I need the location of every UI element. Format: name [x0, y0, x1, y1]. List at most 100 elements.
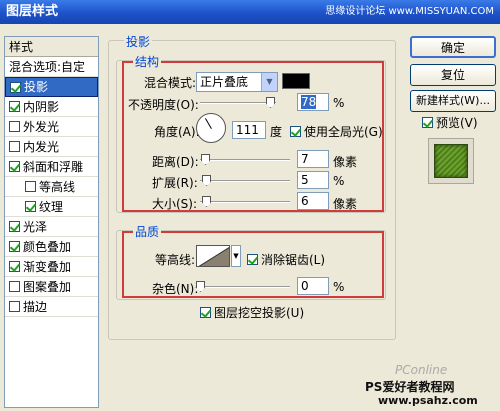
style-item-inner-shadow[interactable]: 内阴影 — [5, 97, 98, 117]
noise-value: 0 — [301, 279, 309, 293]
style-checkbox-gradient-overlay[interactable] — [9, 261, 20, 272]
noise-input[interactable]: 0 — [297, 277, 329, 295]
contour-picker[interactable] — [196, 245, 230, 267]
style-item-satin[interactable]: 光泽 — [5, 217, 98, 237]
style-item-label: 内阴影 — [23, 99, 60, 114]
new-style-button[interactable]: 新建样式(W)... — [410, 90, 496, 112]
style-item-blending-options[interactable]: 混合选项:自定 — [5, 57, 98, 77]
style-checkbox-pattern-overlay[interactable] — [9, 281, 20, 292]
style-item-bevel-emboss[interactable]: 斜面和浮雕 — [5, 157, 98, 177]
distance-value: 7 — [301, 152, 309, 166]
distance-unit: 像素 — [333, 155, 358, 169]
spread-label: 扩展(R): — [152, 176, 198, 190]
angle-value: 111 — [236, 123, 259, 137]
style-checkbox-stroke[interactable] — [9, 301, 20, 312]
antialias-checkbox[interactable] — [247, 254, 258, 265]
antialias-option[interactable]: 消除锯齿(L) — [247, 251, 325, 268]
blend-mode-value: 正片叠底 — [200, 75, 249, 89]
style-checkbox-bevel-emboss[interactable] — [9, 161, 20, 172]
style-item-drop-shadow[interactable]: 投影 — [5, 77, 98, 97]
style-checkbox-satin[interactable] — [9, 221, 20, 232]
blend-mode-label: 混合模式: — [144, 76, 197, 90]
size-unit: 像素 — [333, 197, 358, 211]
reset-button[interactable]: 复位 — [410, 64, 496, 86]
opacity-slider[interactable] — [200, 97, 276, 108]
style-item-label: 等高线 — [39, 179, 76, 194]
styles-list: 样式 混合选项:自定 投影 内阴影 外发光 内发光 斜面和浮雕 等高线 纹理 光… — [4, 36, 99, 408]
preview-option[interactable]: 预览(V) — [422, 114, 478, 131]
footer-brand: PS爱好者教程网 — [365, 380, 455, 394]
style-checkbox-color-overlay[interactable] — [9, 241, 20, 252]
distance-label: 距离(D): — [152, 155, 199, 169]
contour-curve-icon — [198, 247, 229, 266]
style-checkbox-outer-glow[interactable] — [9, 121, 20, 132]
size-value: 6 — [301, 194, 309, 208]
noise-unit: % — [333, 280, 345, 294]
style-checkbox-contour[interactable] — [25, 181, 36, 192]
window-title: 图层样式 — [6, 4, 59, 19]
style-item-stroke[interactable]: 描边 — [5, 297, 98, 317]
spread-input[interactable]: 5 — [297, 171, 329, 189]
global-light-label: 使用全局光(G) — [304, 125, 383, 139]
footer-url: www.psahz.com — [378, 394, 478, 407]
noise-label: 杂色(N): — [152, 282, 199, 296]
style-item-label: 投影 — [24, 80, 49, 94]
chevron-down-icon[interactable]: ▼ — [231, 245, 241, 267]
style-item-inner-glow[interactable]: 内发光 — [5, 137, 98, 157]
angle-input[interactable]: 111 — [232, 121, 266, 139]
angle-dial[interactable] — [196, 113, 226, 143]
spread-unit: % — [333, 174, 345, 188]
angle-label: 角度(A): — [154, 125, 200, 139]
style-item-label: 斜面和浮雕 — [23, 159, 84, 174]
opacity-label: 不透明度(O): — [128, 98, 199, 112]
style-item-label: 渐变叠加 — [23, 259, 72, 274]
style-item-label: 混合选项:自定 — [9, 59, 86, 74]
style-item-outer-glow[interactable]: 外发光 — [5, 117, 98, 137]
opacity-unit: % — [333, 96, 345, 110]
angle-needle — [205, 118, 212, 129]
style-item-texture[interactable]: 纹理 — [5, 197, 98, 217]
global-light-option[interactable]: 使用全局光(G) — [290, 123, 383, 140]
style-item-color-overlay[interactable]: 颜色叠加 — [5, 237, 98, 257]
style-item-pattern-overlay[interactable]: 图案叠加 — [5, 277, 98, 297]
spread-slider[interactable] — [200, 175, 290, 186]
style-checkbox-inner-glow[interactable] — [9, 141, 20, 152]
preview-checkbox[interactable] — [422, 117, 433, 128]
knockout-option[interactable]: 图层挖空投影(U) — [200, 304, 304, 321]
distance-input[interactable]: 7 — [297, 150, 329, 168]
opacity-input[interactable]: 78 — [297, 93, 329, 111]
knockout-label: 图层挖空投影(U) — [214, 306, 305, 320]
preview-label: 预览(V) — [436, 116, 478, 130]
style-item-label: 描边 — [23, 299, 48, 314]
size-input[interactable]: 6 — [297, 192, 329, 210]
style-item-label: 光泽 — [23, 219, 48, 234]
ok-button[interactable]: 确定 — [410, 36, 496, 58]
distance-slider[interactable] — [200, 154, 290, 165]
style-item-label: 内发光 — [23, 139, 60, 154]
style-checkbox-drop-shadow[interactable] — [10, 81, 21, 93]
quality-title: 品质 — [133, 223, 162, 240]
size-label: 大小(S): — [152, 197, 198, 211]
noise-slider[interactable] — [196, 281, 290, 292]
style-checkbox-inner-shadow[interactable] — [9, 101, 20, 112]
chevron-down-icon: ▼ — [261, 73, 277, 91]
contour-label: 等高线: — [155, 253, 196, 267]
preview-swatch — [434, 144, 468, 178]
antialias-label: 消除锯齿(L) — [261, 253, 326, 267]
size-slider[interactable] — [200, 196, 290, 207]
pconline-logo: PConline — [395, 363, 448, 377]
blend-mode-select[interactable]: 正片叠底 ▼ — [196, 72, 278, 92]
global-light-checkbox[interactable] — [290, 126, 301, 137]
style-item-label: 外发光 — [23, 119, 60, 134]
knockout-checkbox[interactable] — [200, 307, 211, 318]
structure-title: 结构 — [133, 53, 162, 70]
style-item-contour[interactable]: 等高线 — [5, 177, 98, 197]
opacity-value: 78 — [301, 95, 317, 109]
drop-shadow-group-title: 投影 — [124, 33, 153, 50]
shadow-color-swatch[interactable] — [282, 73, 310, 89]
spread-value: 5 — [301, 173, 309, 187]
style-checkbox-texture[interactable] — [25, 201, 36, 212]
window-titlebar: 图层样式 思缘设计论坛 www.MISSYUAN.COM — [0, 0, 500, 24]
styles-list-header: 样式 — [5, 37, 98, 57]
style-item-gradient-overlay[interactable]: 渐变叠加 — [5, 257, 98, 277]
